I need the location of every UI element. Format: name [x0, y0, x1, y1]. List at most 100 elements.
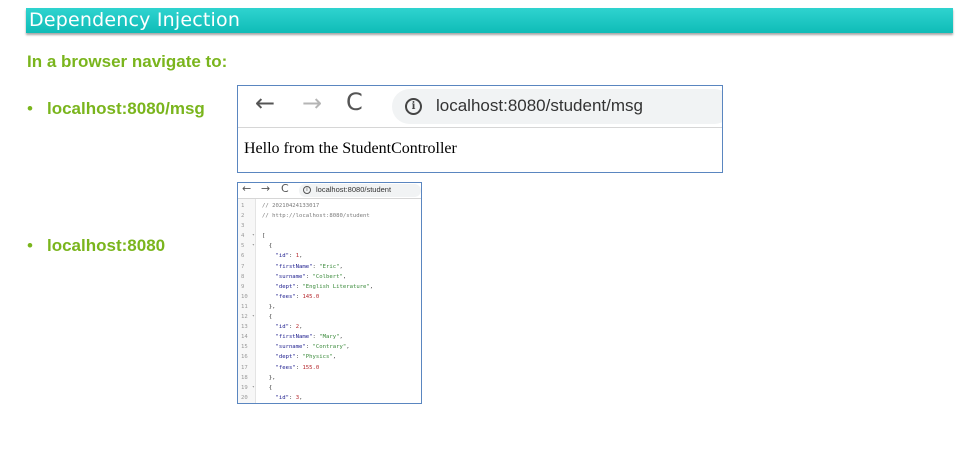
fold-toggle-icon[interactable]: ▾: [252, 231, 255, 241]
address-url[interactable]: localhost:8080/student: [316, 185, 391, 194]
reload-icon[interactable]: C: [281, 183, 289, 195]
code-line: 7 "firstName": "Eric",: [238, 262, 421, 272]
line-number: 13: [241, 324, 248, 331]
code-token: // 20210424133017: [262, 203, 320, 209]
code-token: {: [262, 384, 273, 391]
code-line: 9 "dept": "English Literature",: [238, 282, 421, 292]
code-token: ,: [342, 273, 347, 280]
toolbar-divider: [238, 198, 421, 199]
bullet-label: localhost:8080: [47, 236, 166, 255]
code-token: ,: [299, 324, 303, 331]
line-number: 1: [241, 203, 245, 209]
code-token: "fees": [262, 293, 296, 300]
browser-window-msg: ← → C i localhost:8080/student/msg Hello…: [237, 85, 723, 173]
code-line: 10 "fees": 145.0: [238, 292, 421, 302]
code-text: // http://localhost:8080/student: [262, 211, 370, 221]
line-number: 18: [241, 374, 248, 381]
code-token: {: [262, 243, 273, 250]
line-number: 11: [241, 303, 248, 310]
slide-title: Dependency Injection: [29, 9, 241, 31]
code-text: "firstName": "Eric",: [262, 262, 342, 272]
code-text: },: [262, 302, 276, 312]
slide-subtitle: In a browser navigate to:: [27, 52, 228, 71]
fold-toggle-icon[interactable]: ▾: [252, 383, 255, 393]
code-token: :: [288, 253, 296, 260]
code-token: ,: [369, 283, 374, 290]
code-line: 8 "surname": "Colbert",: [238, 272, 421, 282]
code-line: 5 ▾ {: [238, 241, 421, 251]
code-token: "id": [262, 394, 289, 401]
code-token: "Contrary": [312, 344, 347, 351]
fold-toggle-icon[interactable]: ▾: [252, 241, 255, 251]
code-token: ,: [299, 394, 303, 401]
code-line: 16 "dept": "Physics",: [238, 352, 421, 362]
code-line: 2 // http://localhost:8080/student: [238, 211, 421, 221]
code-token: :: [288, 394, 296, 401]
code-token: },: [262, 374, 276, 381]
address-bar[interactable]: i localhost:8080/student: [299, 184, 421, 197]
forward-arrow-icon[interactable]: →: [261, 183, 270, 195]
code-line: 19 ▾ {: [238, 383, 421, 393]
slide-title-bar: Dependency Injection: [26, 8, 953, 33]
code-token: ,: [346, 344, 350, 351]
json-viewer: 1 // 20210424133017 2 // http://localhost:8…: [238, 201, 421, 403]
bullet-item-root: • localhost:8080: [27, 236, 165, 256]
code-line: 20 "id": 3,: [238, 393, 421, 403]
code-text: "fees": 155.0: [262, 363, 319, 373]
code-text: {: [262, 383, 272, 393]
code-token: "Eric": [319, 263, 340, 270]
code-text: "surname": "Contrary",: [262, 342, 350, 352]
forward-arrow-icon[interactable]: →: [302, 89, 322, 117]
address-bar[interactable]: i localhost:8080/student/msg: [392, 89, 722, 124]
page-body-text: Hello from the StudentController: [244, 140, 457, 157]
code-token: },: [262, 303, 276, 310]
code-text: {: [262, 241, 272, 251]
bullet-label: localhost:8080/msg: [47, 99, 205, 118]
browser-toolbar: ← → C i localhost:8080/student: [238, 183, 421, 198]
back-arrow-icon[interactable]: ←: [242, 183, 251, 195]
code-text: },: [262, 373, 276, 383]
line-number: 20: [241, 394, 248, 401]
toolbar-divider: [238, 127, 722, 128]
bullet-item-msg: • localhost:8080/msg: [27, 99, 205, 119]
code-line: 15 "surname": "Contrary",: [238, 342, 421, 352]
line-number: 2: [241, 213, 245, 220]
reload-icon[interactable]: C: [346, 88, 363, 116]
code-text: "firstName": "Mary",: [262, 332, 343, 342]
code-token: "Physics": [302, 354, 333, 361]
back-arrow-icon[interactable]: ←: [255, 89, 275, 117]
code-token: "surname": [262, 273, 306, 280]
code-text: "id": 2,: [262, 322, 302, 332]
code-token: :: [288, 324, 296, 331]
info-icon[interactable]: i: [303, 186, 311, 194]
code-token: 155.0: [302, 364, 320, 371]
code-token: "dept": [262, 354, 296, 361]
code-text: {: [262, 312, 272, 322]
line-number: 3: [241, 223, 245, 230]
code-token: "English Literature": [302, 283, 370, 290]
code-line: 13 "id": 2,: [238, 322, 421, 332]
code-text: "id": 3,: [262, 393, 302, 403]
address-url[interactable]: localhost:8080/student/msg: [436, 96, 643, 116]
code-line: 12 ▾ {: [238, 312, 421, 322]
line-number: 7: [241, 263, 245, 270]
code-line: 11 },: [238, 302, 421, 312]
code-text: "dept": "Physics",: [262, 352, 336, 362]
code-line: 1 // 20210424133017: [238, 201, 421, 211]
line-number: 9: [241, 283, 245, 290]
browser-window-json: ← → C i localhost:8080/student 1 // 20210…: [237, 182, 422, 404]
line-number: 15: [241, 344, 248, 351]
info-icon[interactable]: i: [405, 98, 422, 115]
code-text: "dept": "English Literature",: [262, 282, 373, 292]
code-line: 4 ▾[: [238, 231, 421, 241]
bullet-dot: •: [27, 236, 33, 255]
code-token: "Colbert": [312, 273, 343, 280]
code-token: "dept": [262, 283, 296, 290]
code-token: ,: [339, 334, 343, 341]
code-line: 17 "fees": 155.0: [238, 363, 421, 373]
line-number: 10: [241, 293, 248, 300]
code-text: "id": 1,: [262, 251, 302, 261]
code-text: // 20210424133017: [262, 201, 319, 211]
line-number: 16: [241, 354, 248, 361]
fold-toggle-icon[interactable]: ▾: [252, 312, 255, 322]
